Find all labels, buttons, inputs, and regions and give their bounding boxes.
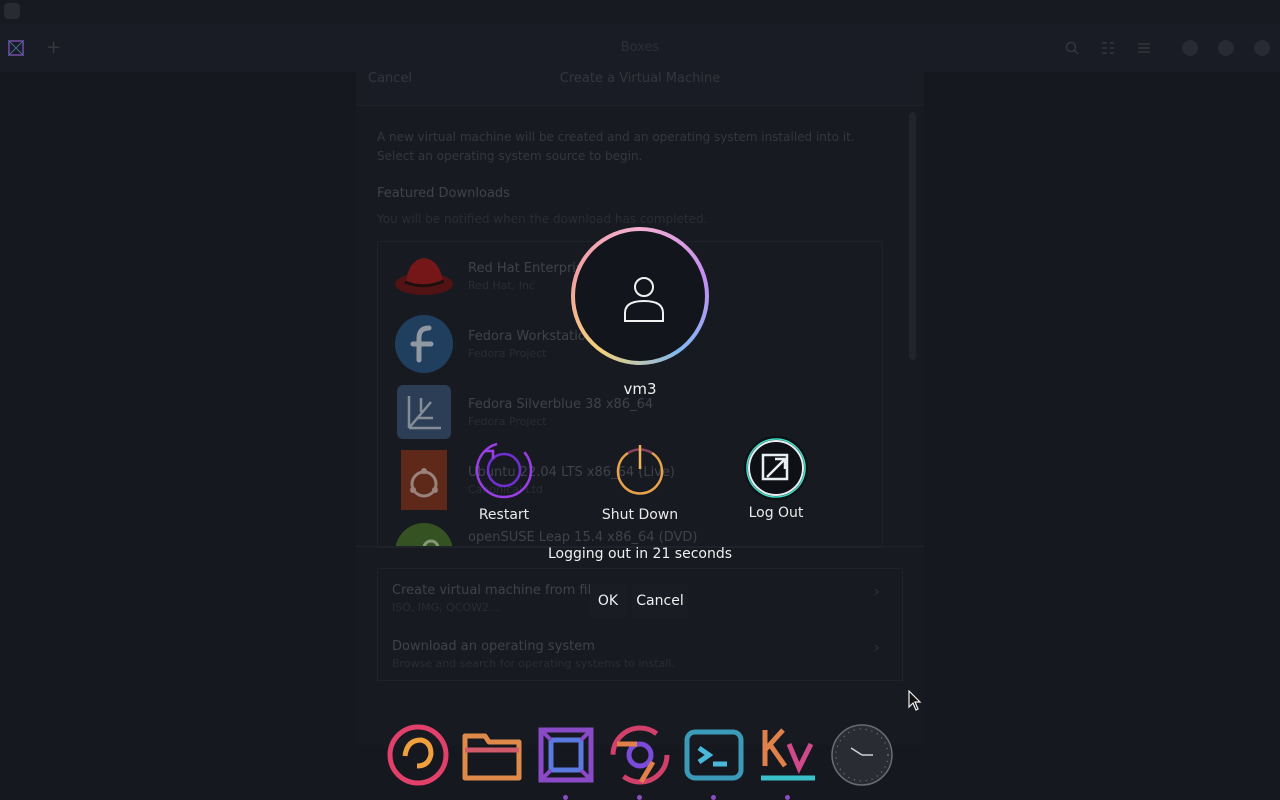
dock-indicator	[785, 795, 790, 800]
shutdown-label: Shut Down	[601, 507, 679, 523]
ok-button[interactable]: OK	[590, 584, 626, 618]
restart-label: Restart	[478, 507, 530, 523]
avatar-inner	[575, 231, 705, 361]
mouse-cursor-icon	[908, 690, 922, 711]
logout-label: Log Out	[748, 505, 804, 521]
countdown-text: Logging out in 21 seconds	[547, 546, 733, 562]
username: vm3	[623, 380, 657, 398]
files-icon[interactable]	[459, 722, 525, 788]
power-icon	[616, 445, 664, 495]
restart-button[interactable]: Restart	[449, 437, 559, 537]
dock-indicator	[637, 795, 642, 800]
user-icon	[624, 277, 664, 322]
user-avatar	[571, 227, 709, 365]
chrome-icon[interactable]	[607, 722, 673, 788]
firefox-icon[interactable]	[385, 722, 451, 788]
logout-overlay-dim	[0, 0, 1280, 800]
logout-button[interactable]: Log Out	[721, 435, 831, 535]
dock-indicator	[563, 795, 568, 800]
boxes-icon[interactable]	[533, 722, 599, 788]
dock-indicator	[711, 795, 716, 800]
kvantum-icon[interactable]	[755, 722, 821, 788]
clock-icon[interactable]	[829, 722, 895, 788]
cancel-button[interactable]: Cancel	[632, 584, 688, 618]
terminal-icon[interactable]	[681, 722, 747, 788]
restart-icon	[475, 441, 533, 499]
logout-icon	[744, 436, 808, 500]
shutdown-button[interactable]: Shut Down	[585, 437, 695, 537]
